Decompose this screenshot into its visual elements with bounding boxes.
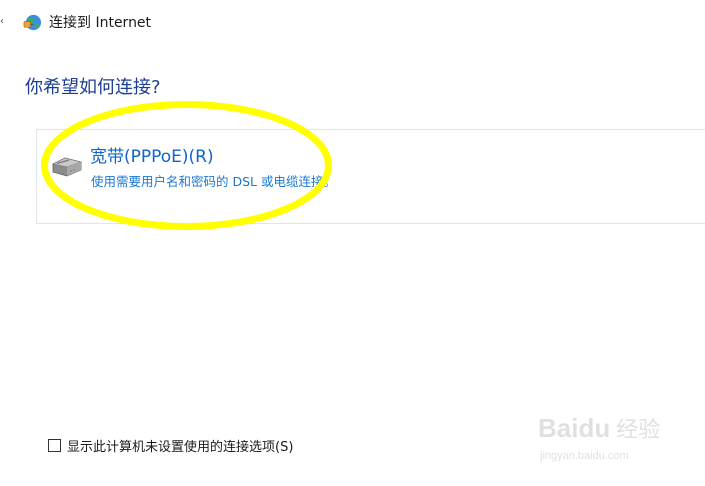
option-title: 宽带(PPPoE)(R) xyxy=(90,147,214,167)
watermark-url: jingyan.baidu.com xyxy=(540,450,629,462)
title-bar: 连接到 Internet xyxy=(23,11,151,33)
network-globe-icon xyxy=(23,14,42,30)
back-button[interactable]: ‹ xyxy=(0,13,6,31)
watermark-brand: Baidu xyxy=(538,412,611,443)
option-description: 使用需要用户名和密码的 DSL 或电缆连接。 xyxy=(91,174,336,189)
broadband-modem-icon xyxy=(52,157,83,177)
baidu-jingyan-watermark: Baidu 经验 jingyan.baidu.com xyxy=(538,410,688,474)
watermark-cn: 经验 xyxy=(616,417,661,442)
connect-to-internet-window: ‹ 连接到 Internet 你希望如何连接? 宽带(PPPoE)(R) 使用需… xyxy=(0,0,705,486)
watermark-logo: Baidu 经验 xyxy=(538,412,660,444)
page-heading: 你希望如何连接? xyxy=(25,77,161,98)
checkbox-box[interactable] xyxy=(48,439,61,452)
option-broadband-pppoe[interactable]: 宽带(PPPoE)(R) 使用需要用户名和密码的 DSL 或电缆连接。 xyxy=(36,129,705,224)
window-title: 连接到 Internet xyxy=(49,15,152,31)
show-unconfigured-options-checkbox[interactable]: 显示此计算机未设置使用的连接选项(S) xyxy=(48,436,293,455)
checkbox-label: 显示此计算机未设置使用的连接选项(S) xyxy=(67,440,294,455)
